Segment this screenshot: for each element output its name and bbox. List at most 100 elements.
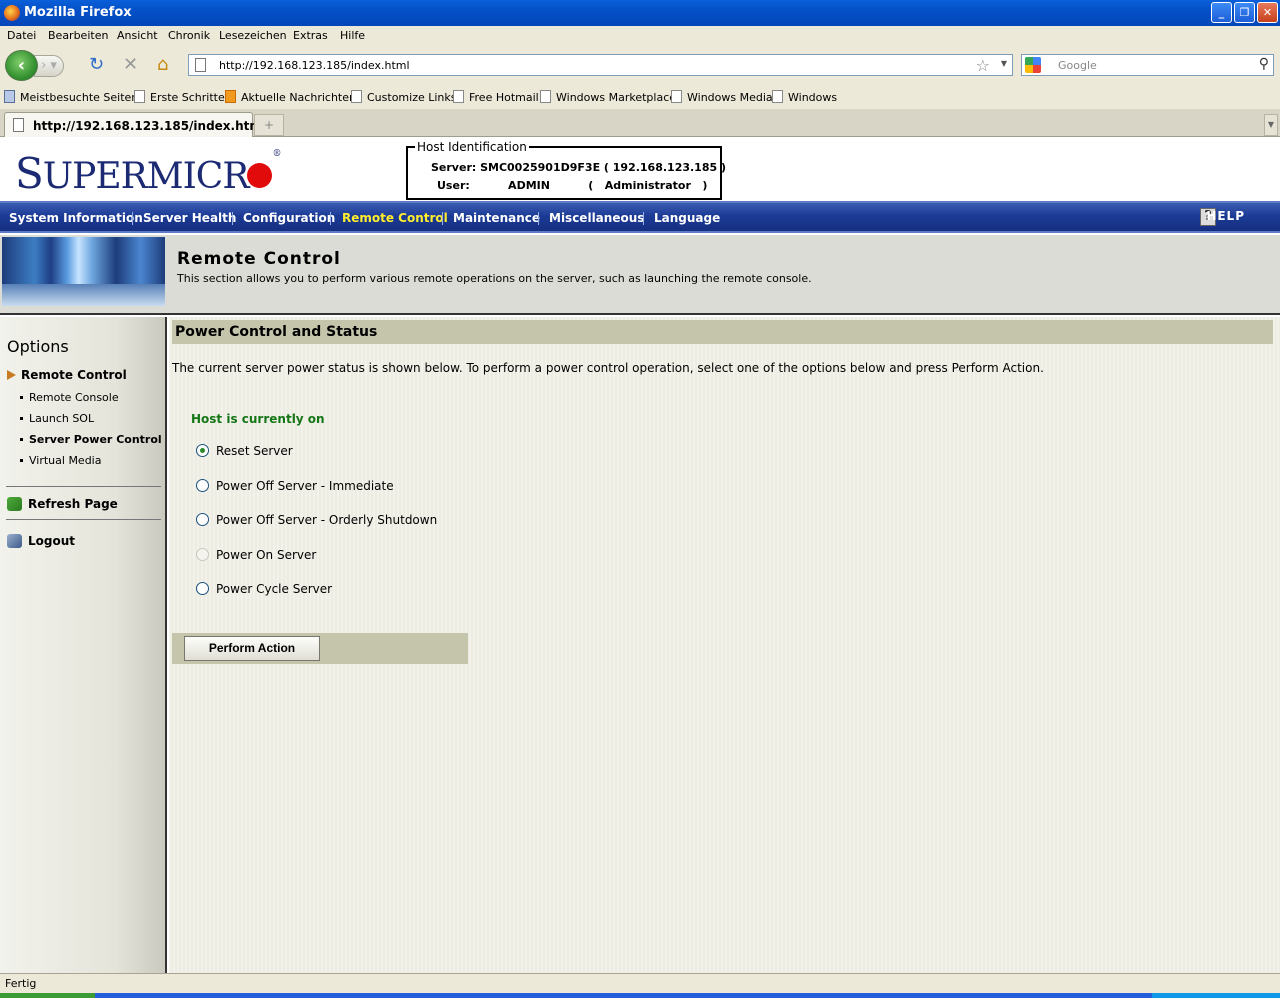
new-tab-button[interactable]: + <box>254 114 284 136</box>
sidebar-divider <box>6 519 161 520</box>
datacenter-image <box>2 237 165 306</box>
menu-chronik[interactable]: Chronik <box>168 29 210 42</box>
option-power-cycle[interactable]: Power Cycle Server <box>196 582 332 596</box>
menu-lesezeichen[interactable]: Lesezeichen <box>219 29 287 42</box>
bookmark-item[interactable]: Windows Media <box>671 90 773 104</box>
option-label: Power Cycle Server <box>216 582 333 596</box>
radio-power-on <box>196 548 209 561</box>
search-icon[interactable]: ⚲ <box>1259 56 1269 72</box>
main-navigation: System Information Server Health Configu… <box>0 201 1280 233</box>
address-url[interactable]: http://192.168.123.185/index.html <box>219 59 410 72</box>
firefox-icon <box>4 5 20 21</box>
nav-remote-control[interactable]: Remote Control <box>342 211 448 225</box>
section-header: Power Control and Status <box>172 320 1273 344</box>
section-title: Power Control and Status <box>175 324 378 340</box>
option-label: Reset Server <box>216 444 293 458</box>
menu-ansicht[interactable]: Ansicht <box>117 29 158 42</box>
forward-button[interactable]: › ▾ <box>34 55 64 77</box>
option-power-off-immediate[interactable]: Power Off Server - Immediate <box>196 479 394 493</box>
bookmark-item[interactable]: Windows Marketplace <box>540 90 676 104</box>
back-button[interactable]: ‹ <box>5 50 38 81</box>
bookmark-label: Windows <box>788 91 838 104</box>
logo-registered: ® <box>272 149 281 159</box>
nav-separator <box>330 212 331 225</box>
refresh-icon <box>7 497 22 511</box>
logout-label: Logout <box>28 534 76 548</box>
sidebar-item-remote-console[interactable]: Remote Console <box>20 391 119 404</box>
host-server: Server: SMC0025901D9F3E ( 192.168.123.18… <box>431 161 727 174</box>
system-tray <box>1152 993 1280 998</box>
menu-bearbeiten[interactable]: Bearbeiten <box>48 29 108 42</box>
nav-language[interactable]: Language <box>654 211 720 225</box>
logout-link[interactable]: Logout <box>7 534 75 548</box>
radio-power-off-immediate[interactable] <box>196 479 209 492</box>
nav-separator <box>538 212 539 225</box>
option-reset-server[interactable]: Reset Server <box>196 444 293 458</box>
sidebar-item-virtual-media[interactable]: Virtual Media <box>20 454 101 467</box>
title-bar: Mozilla Firefox _ ❐ ✕ <box>0 0 1280 26</box>
section-banner: Remote Control This section allows you t… <box>0 235 1280 315</box>
sidebar-divider <box>6 486 161 487</box>
bookmark-label: Free Hotmail <box>469 91 539 104</box>
stop-icon[interactable]: ✕ <box>123 54 138 76</box>
logout-icon <box>7 534 22 548</box>
home-icon[interactable]: ⌂ <box>157 54 168 76</box>
close-button[interactable]: ✕ <box>1257 2 1278 23</box>
nav-miscellaneous[interactable]: Miscellaneous <box>549 211 644 225</box>
minimize-button[interactable]: _ <box>1211 2 1232 23</box>
maximize-button[interactable]: ❐ <box>1234 2 1255 23</box>
bookmark-item[interactable]: Aktuelle Nachrichten <box>225 90 356 104</box>
nav-system-information[interactable]: System Information <box>9 211 143 225</box>
bookmark-item[interactable]: Erste Schritte <box>134 90 225 104</box>
nav-configuration[interactable]: Configuration <box>243 211 335 225</box>
arrow-right-icon <box>7 370 16 380</box>
sidebar-section-label: Remote Control <box>21 368 127 382</box>
bookmarks-toolbar: Meistbesuchte Seiten Erste Schritte Aktu… <box>0 84 1280 109</box>
nav-separator <box>232 212 233 225</box>
page-icon <box>134 90 145 103</box>
tab-list-button[interactable]: ▼ <box>1264 114 1278 136</box>
nav-server-health[interactable]: Server Health <box>143 211 236 225</box>
dropdown-arrow-icon[interactable]: ▼ <box>1001 59 1007 68</box>
menu-hilfe[interactable]: Hilfe <box>340 29 365 42</box>
host-user: User: ADMIN ( Administrator ) <box>437 179 708 192</box>
bookmark-label: Erste Schritte <box>150 91 225 104</box>
sidebar-item-launch-sol[interactable]: Launch SOL <box>20 412 94 425</box>
radio-reset-server[interactable] <box>196 444 209 457</box>
bookmark-item[interactable]: Free Hotmail <box>453 90 539 104</box>
menu-extras[interactable]: Extras <box>293 29 328 42</box>
refresh-page-link[interactable]: Refresh Page <box>7 497 118 511</box>
option-label: Power Off Server - Immediate <box>216 479 394 493</box>
bookmark-item[interactable]: Customize Links <box>351 90 457 104</box>
sidebar-section-remote-control[interactable]: Remote Control <box>7 368 127 382</box>
host-identification: Host Identification Server: SMC0025901D9… <box>406 140 726 200</box>
search-input[interactable]: Google <box>1058 59 1097 72</box>
page-icon <box>540 90 551 103</box>
nav-separator <box>643 212 644 225</box>
start-button[interactable] <box>0 993 95 998</box>
bookmark-item[interactable]: Meistbesuchte Seiten <box>4 90 138 104</box>
radio-power-off-orderly[interactable] <box>196 513 209 526</box>
logo-dot <box>247 163 273 188</box>
nav-maintenance[interactable]: Maintenance <box>453 211 540 225</box>
sidebar-item-server-power-control[interactable]: Server Power Control <box>20 433 162 446</box>
help-link[interactable]: HELP <box>1206 209 1245 223</box>
page-icon <box>13 118 24 132</box>
bookmark-star-icon[interactable]: ☆ <box>976 56 990 75</box>
google-icon[interactable] <box>1025 57 1041 73</box>
menu-datei[interactable]: Datei <box>7 29 36 42</box>
search-box[interactable]: Google ⚲ <box>1021 54 1274 76</box>
radio-power-cycle[interactable] <box>196 582 209 595</box>
option-power-off-orderly[interactable]: Power Off Server - Orderly Shutdown <box>196 513 437 527</box>
address-bar[interactable]: http://192.168.123.185/index.html ☆ ▼ <box>188 54 1013 76</box>
page-icon <box>195 58 206 72</box>
perform-action-button[interactable]: Perform Action <box>184 636 320 661</box>
datacenter-floor <box>2 284 165 306</box>
bookmark-label: Windows Marketplace <box>556 91 677 104</box>
tab-active[interactable]: http://192.168.123.185/index.html <box>4 112 266 138</box>
refresh-label: Refresh Page <box>28 497 118 511</box>
bookmark-item[interactable]: Windows <box>772 90 837 104</box>
reload-icon[interactable]: ↻ <box>89 54 104 76</box>
status-text: Fertig <box>5 977 37 990</box>
intro-text: The current server power status is shown… <box>172 361 1044 375</box>
